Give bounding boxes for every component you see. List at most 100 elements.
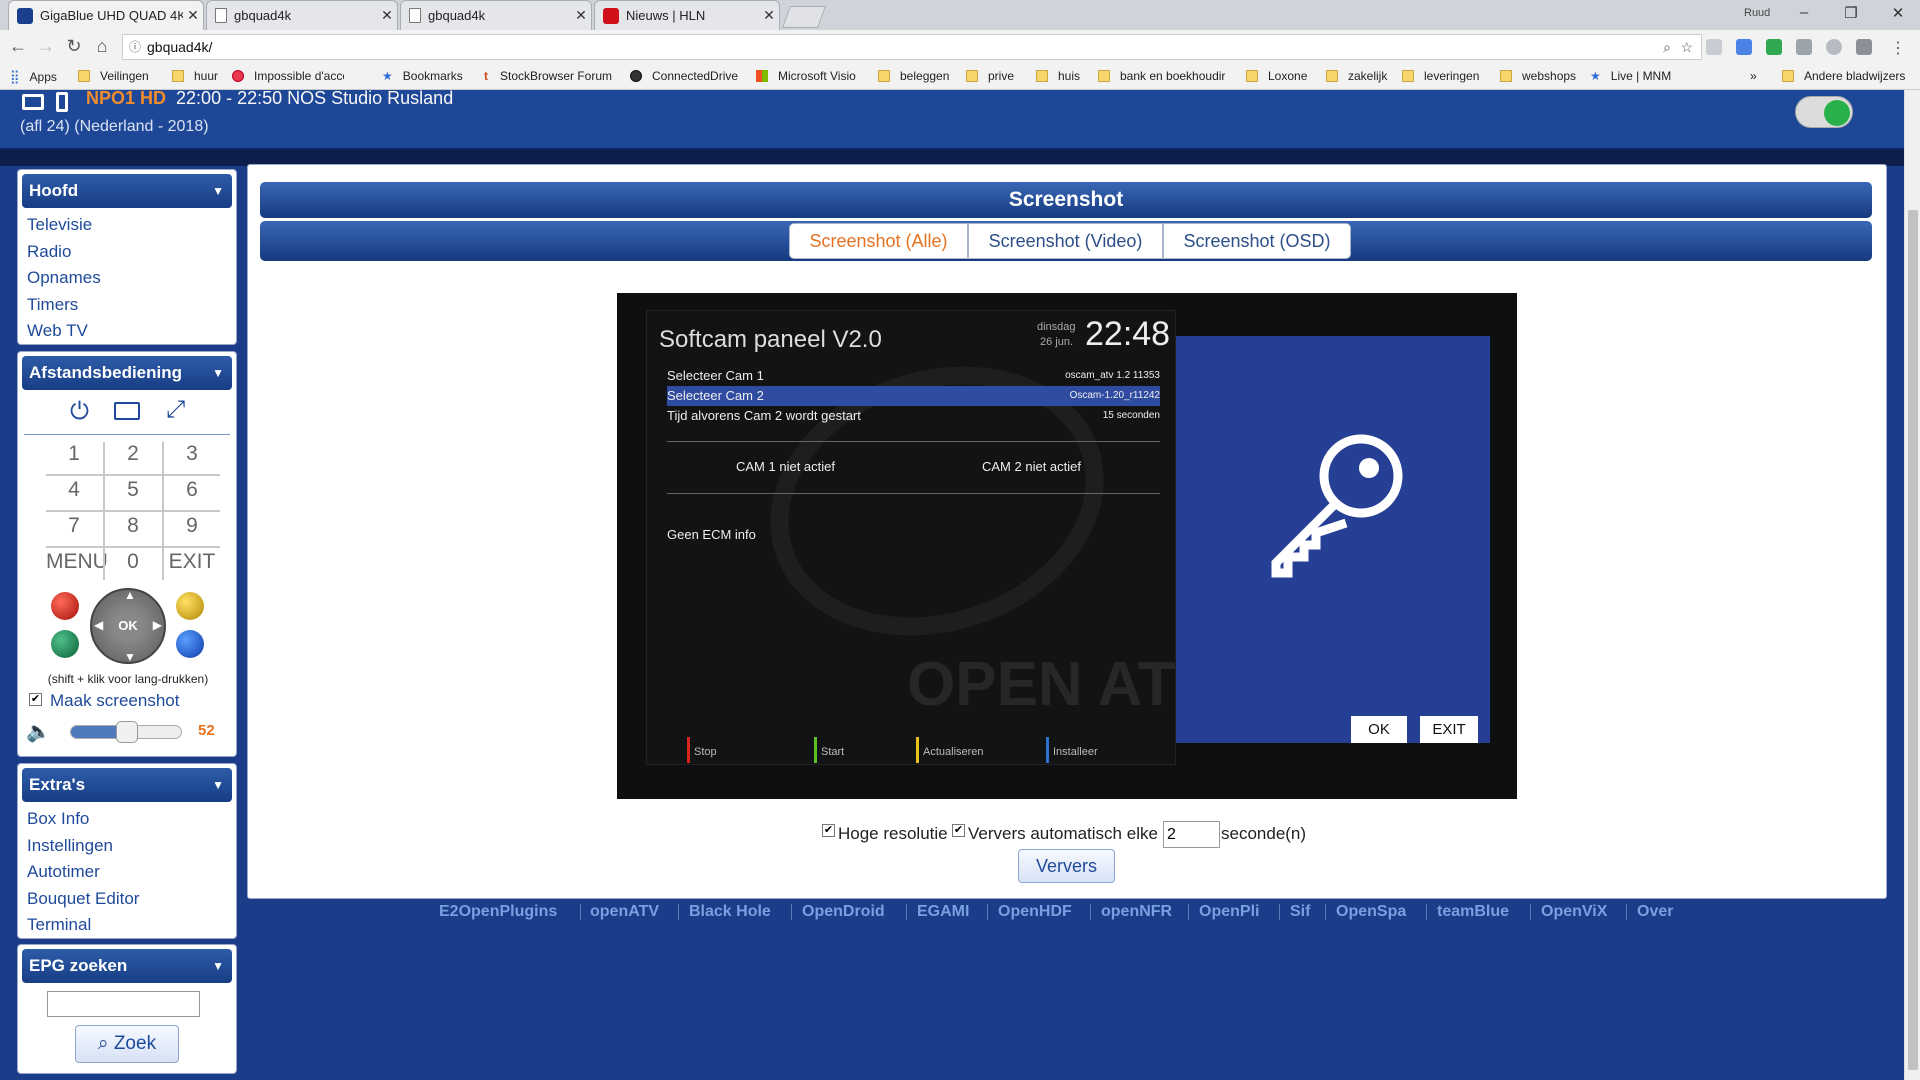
bookmark-leveringen[interactable]: leveringen <box>1402 69 1479 83</box>
bookmark-beleggen[interactable]: beleggen <box>878 69 949 83</box>
panel-header-epg[interactable]: EPG zoeken ▼ <box>22 949 232 983</box>
key-5[interactable]: 5 <box>105 478 161 502</box>
home-icon[interactable]: ⌂ <box>92 36 112 57</box>
close-tab-icon[interactable]: ✕ <box>571 7 591 24</box>
bookmark-webshops[interactable]: webshops <box>1500 69 1576 83</box>
info-icon[interactable]: ⓘ <box>129 35 141 59</box>
green-button[interactable] <box>51 630 79 658</box>
refresh-interval-input[interactable] <box>1163 821 1220 848</box>
bookmark-apps[interactable]: ⣿ Apps <box>10 69 57 85</box>
yellow-button[interactable] <box>176 592 204 620</box>
nav-webtv[interactable]: Web TV <box>18 318 236 345</box>
nav-bouquet-editor[interactable]: Bouquet Editor <box>18 886 236 913</box>
key-2[interactable]: 2 <box>105 442 161 466</box>
browser-tab-gigablue[interactable]: GigaBlue UHD QUAD 4K ✕ <box>8 0 204 30</box>
page-scrollbar[interactable] <box>1904 90 1920 1080</box>
nav-radio[interactable]: Radio <box>18 239 236 266</box>
extension-icon[interactable] <box>1856 39 1872 55</box>
extension-icon[interactable] <box>1796 39 1812 55</box>
nav-instellingen[interactable]: Instellingen <box>18 833 236 860</box>
browser-tab-gbquad4k-2[interactable]: gbquad4k ✕ <box>400 0 592 30</box>
ok-button[interactable]: OK <box>113 611 143 641</box>
close-tab-icon[interactable]: ✕ <box>183 7 203 24</box>
tv-icon[interactable] <box>22 94 44 110</box>
extension-icon[interactable] <box>1826 39 1842 55</box>
key-6[interactable]: 6 <box>164 478 220 502</box>
other-bookmarks[interactable]: Andere bladwijzers <box>1782 69 1905 83</box>
bookmark-veilingen[interactable]: Veilingen <box>78 69 149 83</box>
nav-box-info[interactable]: Box Info <box>18 806 236 833</box>
browser-tab-gbquad4k-1[interactable]: gbquad4k ✕ <box>206 0 398 30</box>
bookmark-prive[interactable]: prive <box>966 69 1014 83</box>
panel-header-extras[interactable]: Extra's ▼ <box>22 768 232 802</box>
red-button[interactable] <box>51 592 79 620</box>
nav-terminal[interactable]: Terminal <box>18 912 236 939</box>
menu-dots-icon[interactable]: ⋮ <box>1890 38 1906 58</box>
bookmark-star-icon[interactable]: ☆ <box>1680 35 1693 59</box>
bookmark-huis[interactable]: huis <box>1036 69 1080 83</box>
footer-link-sif[interactable]: Sif <box>1290 903 1310 921</box>
footer-link-opendroid[interactable]: OpenDroid <box>802 903 885 921</box>
back-icon[interactable]: ← <box>8 36 28 57</box>
dpad[interactable]: ▲ ▼ ◀ ▶ OK <box>90 588 166 664</box>
key-0[interactable]: 0 <box>105 550 161 574</box>
nav-televisie[interactable]: Televisie <box>18 212 236 239</box>
bookmark-visio[interactable]: Microsoft Visio <box>756 69 856 83</box>
tab-screenshot-osd[interactable]: Screenshot (OSD) <box>1163 223 1351 259</box>
panel-header-hoofd[interactable]: Hoofd ▼ <box>22 174 232 208</box>
key-3[interactable]: 3 <box>164 442 220 466</box>
profile-name[interactable]: Ruud <box>1744 7 1770 19</box>
footer-link-openatv[interactable]: openATV <box>590 903 659 921</box>
url-bar[interactable]: ⓘ gbquad4k/ ⌕ ☆ <box>122 34 1702 60</box>
arrow-up-icon[interactable]: ▲ <box>124 588 136 602</box>
scrollbar-thumb[interactable] <box>1908 210 1918 1070</box>
bookmark-zakelijk[interactable]: zakelijk <box>1326 69 1387 83</box>
footer-link-egami[interactable]: EGAMI <box>917 903 969 921</box>
arrow-right-icon[interactable]: ▶ <box>153 618 162 632</box>
screenshot-checkbox[interactable]: ✔ <box>29 693 42 706</box>
close-tab-icon[interactable]: ✕ <box>377 7 397 24</box>
speaker-icon[interactable]: 🔈 <box>26 719 51 744</box>
close-tab-icon[interactable]: ✕ <box>759 7 779 24</box>
key-exit[interactable]: EXIT <box>164 550 220 574</box>
key-1[interactable]: 1 <box>46 442 102 466</box>
browser-tab-hln[interactable]: Nieuws | HLN ✕ <box>594 0 780 30</box>
key-menu[interactable]: MENU <box>46 550 108 574</box>
restore-icon[interactable]: ❐ <box>1836 4 1866 22</box>
more-bookmarks-button[interactable]: » <box>1750 69 1757 83</box>
auto-refresh-checkbox[interactable]: ✔ <box>952 824 965 837</box>
footer-link-blackhole[interactable]: Black Hole <box>689 903 771 921</box>
refresh-button[interactable]: Ververs <box>1018 849 1115 883</box>
power-icon[interactable]: ⏻ <box>70 398 89 426</box>
bookmark-live-mnm[interactable]: ★ Live | MNM <box>1590 69 1671 83</box>
minimize-icon[interactable]: – <box>1789 4 1819 21</box>
epg-search-input[interactable] <box>47 991 200 1017</box>
tab-screenshot-video[interactable]: Screenshot (Video) <box>968 223 1163 259</box>
translate-icon[interactable] <box>1736 39 1752 55</box>
key-8[interactable]: 8 <box>105 514 161 538</box>
bookmark-bank[interactable]: bank en boekhoudir <box>1098 69 1225 83</box>
theme-toggle[interactable] <box>1795 96 1853 128</box>
footer-link-e2openplugins[interactable]: E2OpenPlugins <box>439 903 557 921</box>
arrow-left-icon[interactable]: ◀ <box>94 618 103 632</box>
bookmark-stockbrowser[interactable]: t StockBrowser Forum <box>484 69 612 83</box>
footer-link-openpli[interactable]: OpenPli <box>1199 903 1259 921</box>
forward-icon[interactable]: → <box>36 36 56 57</box>
volume-slider[interactable] <box>70 721 182 743</box>
arrow-down-icon[interactable]: ▼ <box>124 650 136 664</box>
footer-link-openspa[interactable]: OpenSpa <box>1336 903 1406 921</box>
epg-search-button[interactable]: ⌕ Zoek <box>75 1025 179 1063</box>
key-9[interactable]: 9 <box>164 514 220 538</box>
footer-link-openhdf[interactable]: OpenHDF <box>998 903 1072 921</box>
shield-icon[interactable] <box>1766 39 1782 55</box>
key-7[interactable]: 7 <box>46 514 102 538</box>
footer-link-teamblue[interactable]: teamBlue <box>1437 903 1509 921</box>
bookmark-huur[interactable]: huur <box>172 69 218 83</box>
tab-screenshot-alle[interactable]: Screenshot (Alle) <box>789 223 968 259</box>
reload-icon[interactable]: ↻ <box>64 36 84 57</box>
nav-opnames[interactable]: Opnames <box>18 265 236 292</box>
close-window-icon[interactable]: ✕ <box>1883 4 1913 22</box>
footer-link-opennfr[interactable]: openNFR <box>1101 903 1172 921</box>
volume-knob[interactable] <box>116 721 138 743</box>
nav-timers[interactable]: Timers <box>18 292 236 319</box>
